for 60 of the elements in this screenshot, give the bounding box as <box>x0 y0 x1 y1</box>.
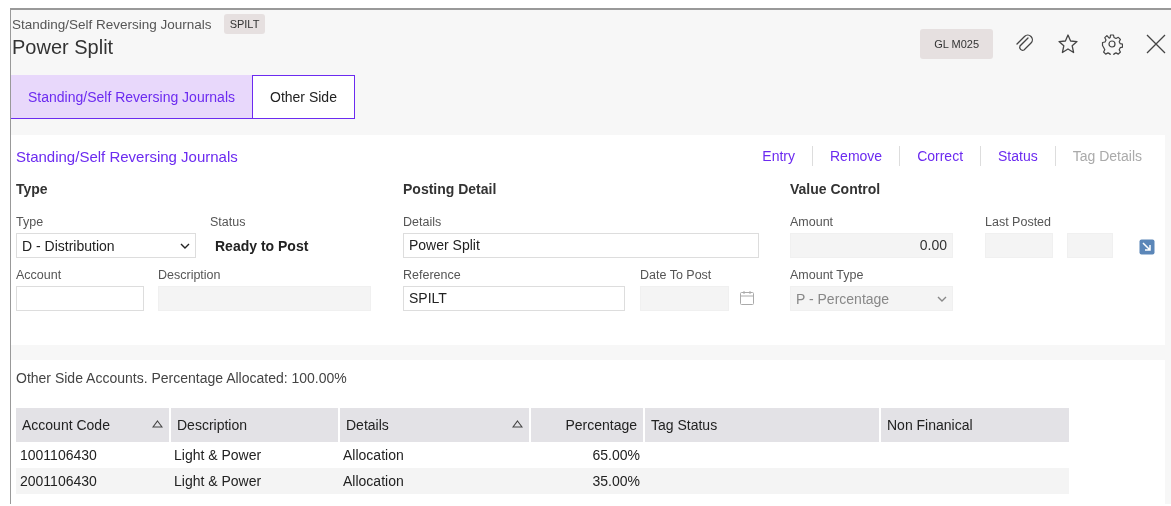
column-header[interactable]: Details <box>339 408 530 442</box>
field-label: Amount Type <box>790 268 865 282</box>
column-header[interactable]: Description <box>170 408 339 442</box>
column-header[interactable]: Account Code <box>16 408 170 442</box>
section-heading: Type <box>16 181 49 197</box>
sort-triangle-icon[interactable] <box>512 420 523 428</box>
column-header[interactable]: Percentage <box>530 408 644 442</box>
expand-icon[interactable] <box>1139 239 1155 255</box>
input-field[interactable]: SPILT <box>403 286 625 311</box>
column-label: Percentage <box>565 417 637 433</box>
table-caption: Other Side Accounts. Percentage Allocated: 100.00% <box>16 370 348 386</box>
table-cell: 65.00% <box>530 442 644 468</box>
table-cell: Allocation <box>339 468 530 494</box>
table-cell: 2001106430 <box>16 468 170 494</box>
table-cell: 35.00% <box>530 468 644 494</box>
section-heading: Value Control <box>790 181 882 197</box>
field-label: Details <box>403 215 443 229</box>
breadcrumb: Standing/Self Reversing Journals <box>12 16 212 32</box>
table-cell: Allocation <box>339 442 530 468</box>
calendar-icon[interactable] <box>739 290 755 306</box>
column-label: Details <box>346 417 389 433</box>
type-select[interactable]: D - Distribution <box>16 233 196 258</box>
table-cell: Light & Power <box>170 468 339 494</box>
settings-icon[interactable] <box>1101 33 1123 55</box>
field-label: Account <box>16 268 63 282</box>
input-field[interactable] <box>16 286 144 311</box>
field-label: Description <box>158 268 222 282</box>
table-cell: 1001106430 <box>16 442 170 468</box>
column-label: Tag Status <box>651 417 718 433</box>
column-header[interactable]: Non Finanical <box>880 408 1069 442</box>
field-label: Date To Post <box>640 268 713 282</box>
page-title: Power Split <box>12 36 115 59</box>
column-label: Description <box>177 417 248 433</box>
action-link[interactable]: Status <box>980 146 1055 166</box>
tab[interactable]: Other Side <box>252 75 355 119</box>
tab[interactable]: Standing/Self Reversing Journals <box>11 75 252 119</box>
form-title: Standing/Self Reversing Journals <box>16 147 238 165</box>
action-link[interactable]: Entry <box>745 146 812 166</box>
field-label: Amount <box>790 215 835 229</box>
field-label: Status <box>210 215 247 229</box>
section-heading: Posting Detail <box>403 181 498 197</box>
chevron-down-icon[interactable] <box>180 242 190 249</box>
input-field[interactable]: Power Split <box>403 233 759 258</box>
sort-triangle-icon[interactable] <box>152 420 163 428</box>
column-label: Account Code <box>22 417 110 433</box>
star-icon[interactable] <box>1057 33 1079 55</box>
field-label: Reference <box>403 268 462 282</box>
select-value: D - Distribution <box>22 237 115 254</box>
status-value: Ready to Post <box>214 237 310 256</box>
action-link[interactable]: Correct <box>899 146 981 166</box>
field-label: Type <box>16 215 45 229</box>
field-label: Last Posted <box>985 215 1052 229</box>
column-header[interactable]: Tag Status <box>644 408 880 442</box>
action-link[interactable]: Remove <box>812 146 900 166</box>
program-badge: GL M025 <box>920 29 993 59</box>
select-value: P - Percentage <box>796 290 890 307</box>
table-cell: Light & Power <box>170 442 339 468</box>
code-badge: SPILT <box>223 14 266 34</box>
column-label: Non Finanical <box>887 417 973 433</box>
close-icon[interactable] <box>1145 33 1167 55</box>
